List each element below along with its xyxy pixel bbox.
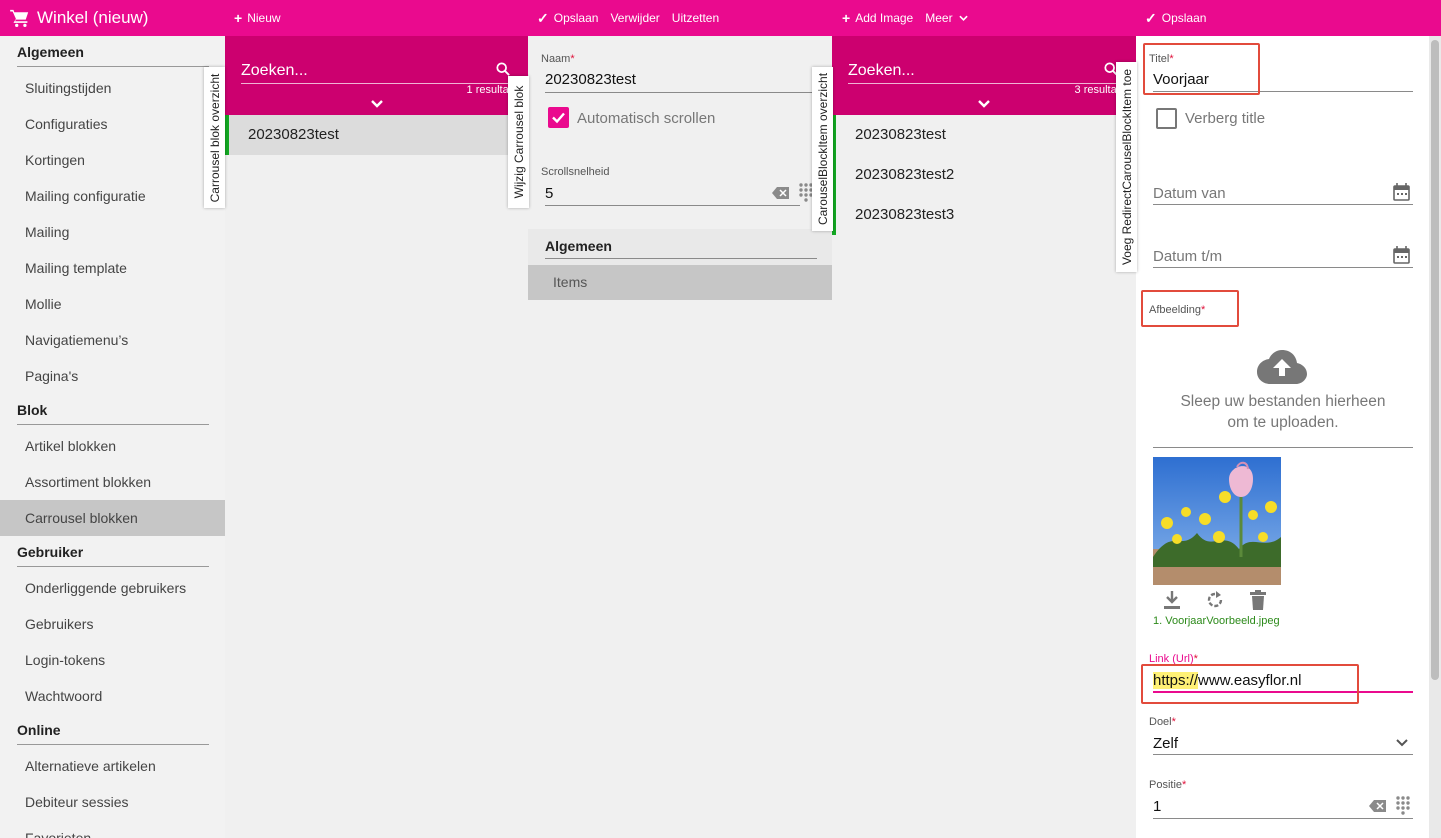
sidebar-item-sluitingstijden[interactable]: Sluitingstijden (0, 70, 225, 106)
sidebar: Algemeen Sluitingstijden Configuraties K… (0, 36, 225, 838)
check-icon (552, 112, 565, 124)
tab-add-redirect-item[interactable]: Voeg RedirectCarouselBlockItem toe (1116, 62, 1137, 272)
sidebar-section-blok: Blok (0, 394, 225, 428)
chevron-down-icon (958, 15, 968, 21)
search-input[interactable]: Zoeken... (848, 62, 915, 80)
chevron-down-icon[interactable] (1396, 739, 1408, 747)
plus-icon: + (234, 10, 243, 26)
sidebar-item-mailing-template[interactable]: Mailing template (0, 250, 225, 286)
tab-carousel-block-overview[interactable]: Carrousel blok overzicht (204, 67, 225, 208)
calendar-icon[interactable] (1393, 246, 1410, 264)
calendar-icon[interactable] (1393, 183, 1410, 201)
disable-button[interactable]: Uitzetten (672, 11, 719, 25)
add-image-button[interactable]: + Add Image (842, 10, 913, 26)
list-item[interactable]: 20230823test2 (832, 155, 1136, 195)
autoscroll-label: Automatisch scrollen (577, 110, 716, 127)
toolbar-col2: ✓ Opslaan Verwijder Uitzetten (537, 0, 731, 36)
sidebar-section-gebruiker: Gebruiker (0, 536, 225, 570)
sidebar-item-onderliggende-gebruikers[interactable]: Onderliggende gebruikers (0, 570, 225, 606)
chevron-down-icon[interactable] (977, 99, 991, 109)
name-label: Naam* (541, 53, 575, 65)
speed-field[interactable]: 5 (545, 185, 553, 202)
add-redirect-item-panel: Titel* Voorjaar Verberg title Datum van … (1136, 36, 1429, 838)
list-item[interactable]: 20230823test3 (832, 195, 1136, 235)
search-bar: Zoeken... 1 resultaten (225, 36, 528, 115)
delete-button[interactable]: Verwijder (610, 11, 659, 25)
sidebar-item-debiteur-sessies[interactable]: Debiteur sessies (0, 784, 225, 820)
target-select[interactable]: Zelf (1153, 735, 1178, 752)
date-from-field[interactable]: Datum van (1153, 185, 1226, 202)
keypad-icon[interactable] (1395, 795, 1411, 815)
highlight-image (1141, 290, 1239, 327)
check-icon: ✓ (1145, 9, 1157, 26)
top-toolbar: Winkel (nieuw) + Nieuw ✓ Opslaan Verwijder… (0, 0, 1441, 36)
sidebar-section-algemeen: Algemeen (0, 36, 225, 70)
clear-icon[interactable] (1369, 800, 1386, 812)
search-icon[interactable] (496, 62, 510, 76)
sidebar-item-navigatiemenus[interactable]: Navigatiemenu’s (0, 322, 225, 358)
sidebar-item-gebruikers[interactable]: Gebruikers (0, 606, 225, 642)
save-form-button[interactable]: ✓ Opslaan (1145, 10, 1206, 27)
sidebar-item-favorieten[interactable]: Favorieten (0, 820, 225, 838)
hide-title-checkbox[interactable] (1156, 108, 1177, 129)
sidebar-item-items[interactable]: Items (528, 265, 832, 300)
position-label: Positie* (1149, 779, 1187, 791)
plus-icon: + (842, 10, 851, 26)
scrollbar-thumb[interactable] (1431, 40, 1439, 680)
sidebar-item-assortiment-blokken[interactable]: Assortiment blokken (0, 464, 225, 500)
sidebar-item-login-tokens[interactable]: Login-tokens (0, 642, 225, 678)
search-input[interactable]: Zoeken... (241, 62, 308, 80)
save-button[interactable]: ✓ Opslaan (537, 10, 598, 27)
edit-carousel-block-panel: Naam* 20230823test Automatisch scrollen … (528, 36, 832, 838)
highlight-title (1143, 43, 1260, 95)
sidebar-item-mailing-configuratie[interactable]: Mailing configuratie (0, 178, 225, 214)
toolbar-col3: + Add Image Meer (842, 0, 980, 36)
more-button[interactable]: Meer (925, 11, 968, 25)
carousel-block-list-panel: Zoeken... 1 resultaten 20230823test (225, 36, 528, 838)
list-item[interactable]: 20230823test (225, 115, 528, 155)
cloud-upload-icon[interactable] (1257, 349, 1307, 385)
speed-label: Scrollsnelheid (541, 166, 610, 178)
sidebar-item-mailing[interactable]: Mailing (0, 214, 225, 250)
toolbar-col1: + Nieuw (234, 0, 293, 36)
app-title: Winkel (nieuw) (10, 0, 148, 36)
tab-carousel-item-overview[interactable]: CarouselBlockItem overzicht (812, 67, 833, 231)
sidebar-item-mollie[interactable]: Mollie (0, 286, 225, 322)
image-thumbnail (1153, 457, 1281, 585)
highlight-link (1141, 664, 1359, 704)
check-icon: ✓ (537, 9, 549, 26)
scrollbar[interactable] (1429, 36, 1441, 838)
sidebar-item-artikel-blokken[interactable]: Artikel blokken (0, 428, 225, 464)
sidebar-item-carrousel-blokken[interactable]: Carrousel blokken (0, 500, 225, 536)
hide-title-label: Verberg title (1185, 110, 1266, 127)
position-field[interactable]: 1 (1153, 798, 1161, 815)
section-header: Algemeen (528, 229, 832, 265)
sidebar-item-alternatieve-artikelen[interactable]: Alternatieve artikelen (0, 748, 225, 784)
search-bar: Zoeken... 3 resultaten (832, 36, 1136, 115)
sidebar-item-paginas[interactable]: Pagina's (0, 358, 225, 394)
sidebar-item-kortingen[interactable]: Kortingen (0, 142, 225, 178)
autoscroll-checkbox[interactable] (548, 107, 569, 128)
date-to-field[interactable]: Datum t/m (1153, 248, 1222, 265)
carousel-item-list-panel: Zoeken... 3 resultaten 20230823test 2023… (832, 36, 1136, 838)
new-button[interactable]: + Nieuw (234, 10, 281, 26)
chevron-down-icon[interactable] (370, 99, 384, 109)
dropzone[interactable]: Sleep uw bestanden hierheen om te upload… (1153, 391, 1413, 433)
list-item[interactable]: 20230823test (832, 115, 1136, 155)
file-name[interactable]: 1. VoorjaarVoorbeeld.jpeg (1153, 615, 1281, 627)
clear-icon[interactable] (772, 187, 789, 199)
name-field[interactable]: 20230823test (545, 71, 636, 88)
sidebar-item-wachtwoord[interactable]: Wachtwoord (0, 678, 225, 714)
sidebar-section-online: Online (0, 714, 225, 748)
sidebar-item-configuraties[interactable]: Configuraties (0, 106, 225, 142)
tab-edit-carousel-block[interactable]: Wijzig Carrousel blok (508, 76, 529, 208)
rotate-icon[interactable] (1205, 590, 1225, 610)
cart-icon (10, 9, 29, 27)
download-icon[interactable] (1162, 590, 1182, 610)
target-label: Doel* (1149, 716, 1176, 728)
trash-icon[interactable] (1249, 590, 1267, 610)
toolbar-col4: ✓ Opslaan (1145, 0, 1218, 36)
